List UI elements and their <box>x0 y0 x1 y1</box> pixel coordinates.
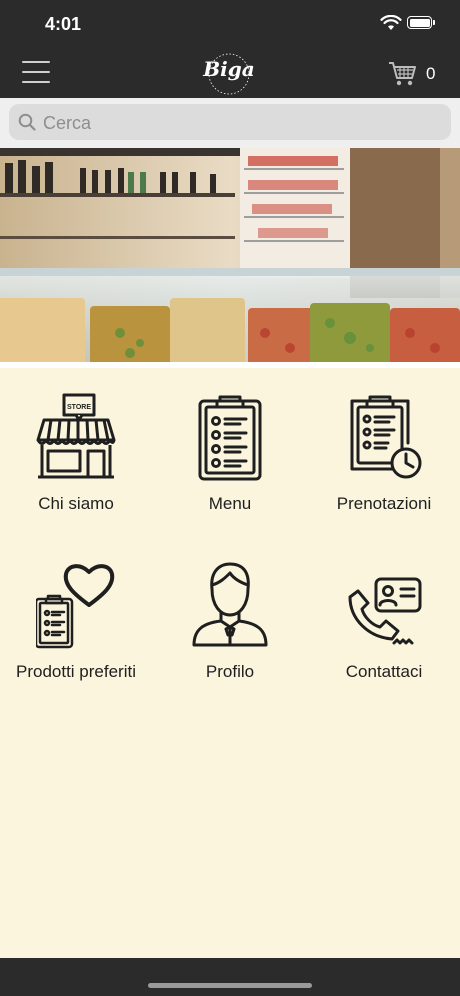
search-bar <box>0 98 460 148</box>
tile-menu[interactable]: Menu <box>154 393 306 543</box>
store-icon: STORE <box>36 393 116 479</box>
user-profile-icon <box>192 562 268 647</box>
tile-prenotazioni[interactable]: Prenotazioni <box>308 393 460 543</box>
bottom-bar <box>0 958 460 996</box>
cart-icon[interactable] <box>388 60 418 88</box>
phone-contact-icon <box>348 577 422 645</box>
tile-label: Contattaci <box>345 662 423 681</box>
hero-banner-image <box>0 148 460 366</box>
tile-label: Prenotazioni <box>336 494 432 513</box>
tile-label: Profilo <box>205 662 255 681</box>
nav-bar: Biga 0 <box>0 50 460 98</box>
battery-icon <box>407 16 435 29</box>
search-box[interactable] <box>9 104 451 140</box>
menu-hamburger-icon[interactable] <box>22 58 52 88</box>
clipboard-clock-icon <box>350 395 422 479</box>
tile-label: Menu <box>208 494 252 513</box>
tile-label: Prodotti preferiti <box>16 662 136 681</box>
logo-text: Biga <box>203 57 255 81</box>
tile-label: Chi siamo <box>38 494 114 513</box>
svg-text:STORE: STORE <box>67 404 91 411</box>
cart-count[interactable]: 0 <box>426 64 435 84</box>
status-time: 4:01 <box>45 14 82 34</box>
status-bar: 4:01 <box>0 0 460 50</box>
home-indicator[interactable] <box>148 983 312 988</box>
wifi-icon <box>380 15 402 30</box>
tile-contattaci[interactable]: Contattaci <box>308 561 460 711</box>
clipboard-heart-icon <box>36 564 115 649</box>
search-icon <box>18 113 36 131</box>
search-input[interactable] <box>41 107 435 139</box>
clipboard-list-icon <box>198 395 262 481</box>
tile-prodotti-preferiti[interactable]: Prodotti preferiti <box>0 561 152 711</box>
banner-divider <box>0 362 460 368</box>
biga-logo: Biga <box>203 53 255 95</box>
tile-profilo[interactable]: Profilo <box>154 561 306 711</box>
tile-chi-siamo[interactable]: STORE Chi siamo <box>0 393 152 543</box>
